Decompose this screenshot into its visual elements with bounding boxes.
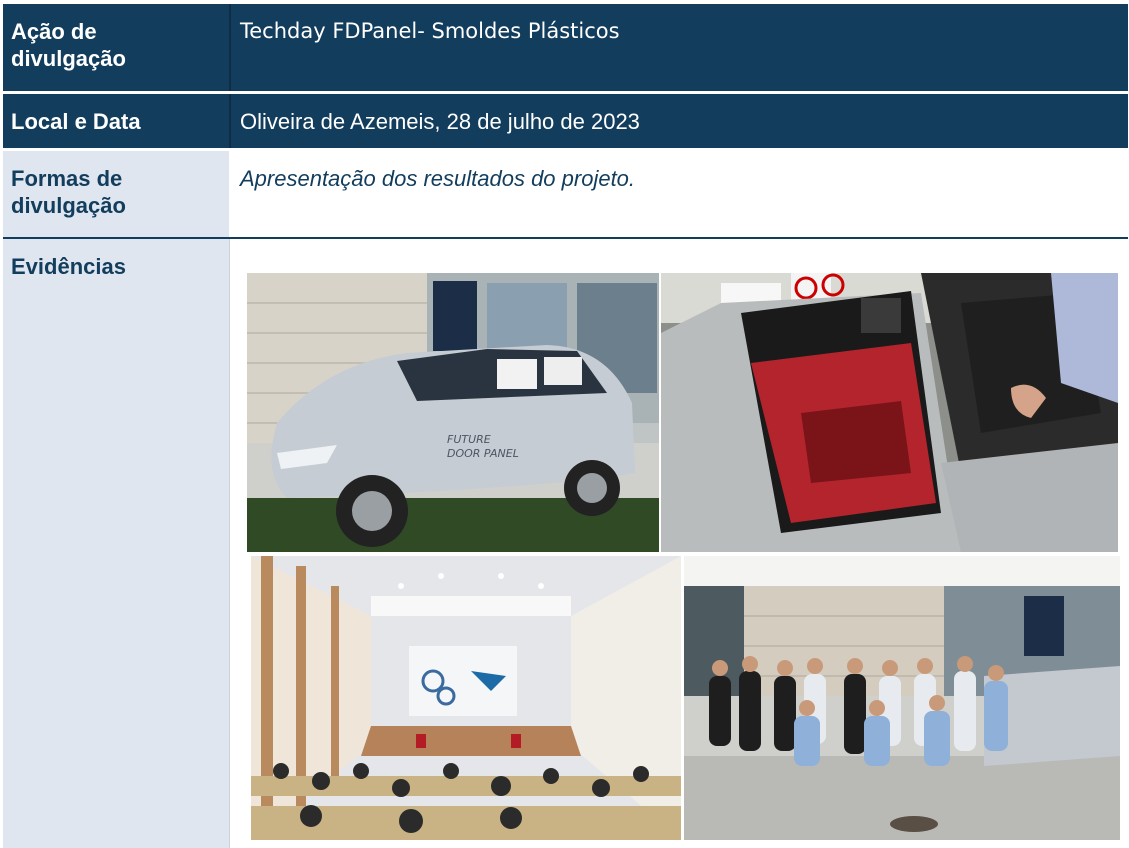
- photo-door-panel: [661, 273, 1118, 552]
- photo-group: [684, 556, 1120, 840]
- label-local-data: Local e Data: [11, 109, 141, 134]
- row-acao-divulgacao: Ação de divulgação Techday FDPanel- Smol…: [3, 4, 1128, 91]
- label-acao-divulgacao: Ação de divulgação: [11, 19, 126, 71]
- row-local-data: Local e Data Oliveira de Azemeis, 28 de …: [3, 94, 1128, 148]
- value-acao-divulgacao: Techday FDPanel- Smoldes Plásticos: [240, 19, 620, 43]
- car-door-text-1: FUTURE: [447, 433, 491, 446]
- photo-electric-car: FUTURE DOOR PANEL: [247, 273, 659, 552]
- value-local-data: Oliveira de Azemeis, 28 de julho de 2023: [240, 109, 640, 134]
- car-door-text-2: DOOR PANEL: [447, 447, 519, 460]
- row-formas-divulgacao: Formas de divulgação Apresentação dos re…: [3, 151, 1128, 237]
- label-evidencias: Evidências: [3, 239, 229, 848]
- value-formas-divulgacao: Apresentação dos resultados do projeto.: [229, 151, 1128, 237]
- photo-auditorium: [251, 556, 681, 840]
- dissemination-table: Ação de divulgação Techday FDPanel- Smol…: [3, 4, 1128, 848]
- row-evidencias: Evidências FUTURE DOOR PANEL: [3, 239, 1128, 848]
- label-formas-divulgacao: Formas de divulgação: [3, 151, 229, 237]
